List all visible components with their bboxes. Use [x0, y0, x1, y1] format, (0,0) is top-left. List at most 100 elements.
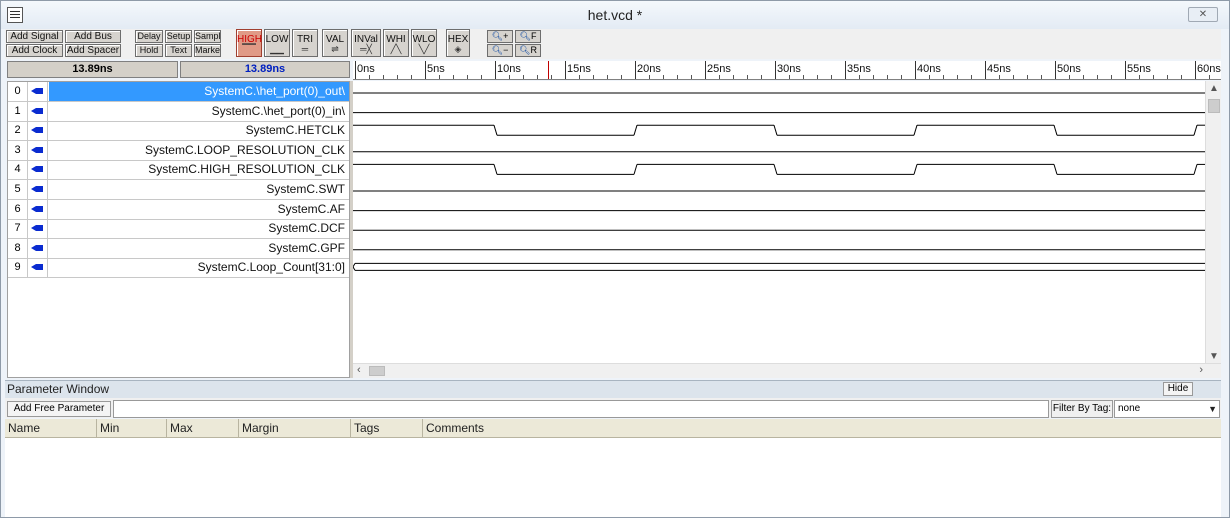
ruler-major-tick	[705, 61, 706, 79]
zoom-in-label: +	[503, 31, 509, 41]
signal-direction-icon	[28, 160, 48, 180]
zoom-full-button[interactable]: 🔍︎F	[515, 30, 541, 43]
time-ruler[interactable]: 0ns 5ns 10ns 15ns 20ns 25ns 30ns 35ns 40ns 45ns 50…	[353, 61, 1221, 80]
signal-row[interactable]: 8 SystemC.GPF	[8, 238, 349, 259]
bus-wave-edge	[353, 263, 356, 268]
column-header-comments[interactable]: Comments	[423, 419, 1221, 438]
ruler-minor-tick	[439, 75, 440, 79]
ruler-minor-tick	[733, 75, 734, 79]
ruler-minor-tick	[719, 75, 720, 79]
filter-tag-select[interactable]: none ▼	[1114, 400, 1220, 418]
ruler-minor-tick	[691, 75, 692, 79]
scroll-right-icon[interactable]: ›	[1199, 364, 1203, 376]
window-title: het.vcd *	[587, 7, 643, 23]
ruler-minor-tick	[1013, 75, 1014, 79]
ruler-minor-tick	[1069, 75, 1070, 79]
zoom-out-button[interactable]: 🔍︎−	[487, 44, 513, 57]
column-header-margin[interactable]: Margin	[239, 419, 351, 438]
signal-index: 6	[8, 199, 28, 219]
signal-name: SystemC.\het_port(0)_in\	[211, 103, 345, 118]
wlo-wave-button[interactable]: WLO ╲╱	[411, 29, 437, 57]
column-header-tags[interactable]: Tags	[351, 419, 423, 438]
column-header-name[interactable]: Name	[5, 419, 97, 438]
delay-button[interactable]: Delay	[135, 30, 163, 43]
inval-wave-button[interactable]: INVal ═╳	[351, 29, 381, 57]
marker-time-display: 13.89ns	[180, 61, 350, 78]
signal-index: 0	[8, 82, 28, 101]
ruler-minor-tick	[551, 75, 552, 79]
zoom-reset-button[interactable]: 🔍︎R	[515, 44, 541, 57]
ruler-major-tick	[425, 61, 426, 79]
ruler-major-tick	[845, 61, 846, 79]
scroll-left-icon[interactable]: ‹	[357, 364, 361, 376]
text-button[interactable]: Text	[165, 44, 192, 57]
add-free-parameter-button[interactable]: Add Free Parameter	[7, 401, 111, 417]
scroll-up-icon[interactable]: ▲	[1206, 83, 1222, 94]
setup-button[interactable]: Setup	[165, 30, 192, 43]
zoom-in-button[interactable]: 🔍︎+	[487, 30, 513, 43]
clock-wave-edge	[1193, 125, 1198, 136]
signal-direction-icon	[28, 258, 48, 278]
add-bus-button[interactable]: Add Bus	[65, 30, 121, 43]
bus-wave-edge	[353, 266, 356, 271]
ruler-label: 25ns	[707, 63, 731, 75]
low-wave-button[interactable]: LOW ▁▁	[264, 29, 290, 57]
val-wave-button[interactable]: VAL ⇌	[322, 29, 348, 57]
horizontal-scrollbar[interactable]: ‹ ›	[353, 363, 1221, 378]
ruler-label: 5ns	[427, 63, 445, 75]
whi-wave-button[interactable]: WHI ╱╲	[383, 29, 409, 57]
hide-button[interactable]: Hide	[1163, 382, 1193, 396]
high-wave-button[interactable]: HIGH ▔▔	[236, 29, 262, 57]
signal-row[interactable]: 6 SystemC.AF	[8, 199, 349, 220]
ruler-minor-tick	[901, 75, 902, 79]
hold-button[interactable]: Hold	[135, 44, 163, 57]
signal-row[interactable]: 3 SystemC.LOOP_RESOLUTION_CLK	[8, 140, 349, 161]
waveform-area[interactable]	[353, 81, 1221, 364]
signal-direction-icon	[28, 121, 48, 141]
add-spacer-button[interactable]: Add Spacer	[65, 44, 121, 57]
signal-row[interactable]: 0 SystemC.\het_port(0)_out\	[8, 82, 349, 102]
parameter-input[interactable]	[113, 400, 1049, 418]
signal-row[interactable]: 2 SystemC.HETCLK	[8, 121, 349, 142]
add-signal-button[interactable]: Add Signal	[6, 30, 63, 43]
column-header-max[interactable]: Max	[167, 419, 239, 438]
clock-wave-edge	[913, 164, 918, 175]
clock-wave-edge	[1053, 164, 1058, 175]
signal-row[interactable]: 5 SystemC.SWT	[8, 180, 349, 200]
ruler-minor-tick	[747, 75, 748, 79]
time-cursor-marker[interactable]	[548, 61, 549, 79]
ruler-label: 0ns	[357, 63, 375, 75]
close-button[interactable]: ✕	[1188, 7, 1218, 22]
ruler-minor-tick	[957, 75, 958, 79]
vertical-scrollbar[interactable]: ▲ ▼	[1205, 81, 1221, 364]
signal-name: SystemC.DCF	[268, 221, 345, 236]
ruler-label: 50ns	[1057, 63, 1081, 75]
hex-icon: ◈	[454, 44, 462, 54]
add-clock-button[interactable]: Add Clock	[6, 44, 63, 57]
signal-row[interactable]: 1 SystemC.\het_port(0)_in\	[8, 101, 349, 122]
column-header-min[interactable]: Min	[97, 419, 167, 438]
hex-button[interactable]: HEX ◈	[446, 29, 470, 57]
sample-button[interactable]: Sample	[194, 30, 221, 43]
signal-name: SystemC.LOOP_RESOLUTION_CLK	[144, 142, 345, 157]
ruler-major-tick	[1195, 61, 1196, 79]
marker-button[interactable]: Marker	[194, 44, 221, 57]
ruler-minor-tick	[1027, 75, 1028, 79]
vertical-scroll-thumb[interactable]	[1208, 99, 1220, 113]
ruler-minor-tick	[1083, 75, 1084, 79]
ruler-minor-tick	[369, 75, 370, 79]
clock-wave-edge	[1193, 164, 1198, 175]
signal-row[interactable]: 9 SystemC.Loop_Count[31:0]	[8, 258, 349, 279]
ruler-minor-tick	[453, 75, 454, 79]
tri-wave-button[interactable]: TRI ═	[292, 29, 318, 57]
clock-wave-edge	[1053, 125, 1058, 136]
ruler-minor-tick	[1041, 75, 1042, 79]
horizontal-scroll-thumb[interactable]	[369, 366, 385, 376]
parameter-table-body[interactable]	[5, 438, 1221, 517]
ruler-minor-tick	[971, 75, 972, 79]
signal-row[interactable]: 7 SystemC.DCF	[8, 219, 349, 240]
signal-row[interactable]: 4 SystemC.HIGH_RESOLUTION_CLK	[8, 160, 349, 181]
cursor-time-display: 13.89ns	[7, 61, 178, 78]
scroll-down-icon[interactable]: ▼	[1206, 351, 1222, 362]
signal-name: SystemC.\het_port(0)_out\	[49, 82, 349, 101]
